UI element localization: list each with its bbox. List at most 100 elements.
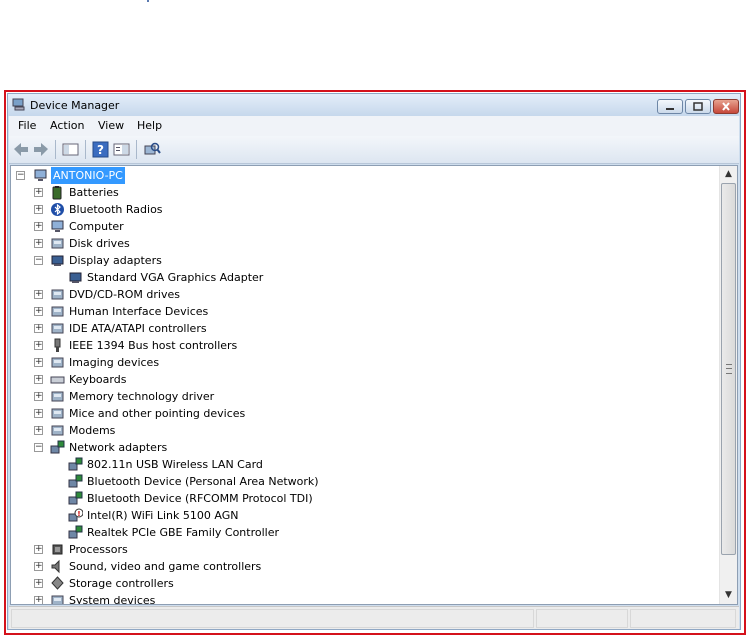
stray-dot	[147, 0, 149, 2]
minimize-button[interactable]	[657, 99, 683, 114]
tree-category[interactable]: + Processors	[11, 541, 711, 558]
menu-file[interactable]: File	[18, 119, 36, 132]
back-arrow-icon[interactable]	[12, 141, 30, 158]
collapse-toggle-icon[interactable]: −	[34, 256, 43, 265]
expand-toggle-icon[interactable]: +	[34, 392, 43, 401]
tree-root[interactable]: − ANTONIO-PC	[11, 167, 711, 184]
expand-toggle-icon[interactable]: +	[34, 409, 43, 418]
status-bar	[9, 606, 739, 629]
tree-item-label: Keyboards	[69, 373, 127, 386]
tree-item-label: Sound, video and game controllers	[69, 560, 262, 573]
expand-toggle-icon[interactable]: +	[34, 341, 43, 350]
mouse-icon	[51, 408, 64, 419]
expand-toggle-icon[interactable]: +	[34, 188, 43, 197]
expand-toggle-icon[interactable]: +	[34, 596, 43, 604]
tree-item-label: Bluetooth Device (RFCOMM Protocol TDI)	[87, 492, 313, 505]
network-adapter-warning-icon: !	[68, 508, 83, 522]
tree-category[interactable]: + Disk drives	[11, 235, 711, 252]
tree-item-label: Computer	[69, 220, 124, 233]
vertical-scrollbar[interactable]: ▲ ▼	[719, 166, 737, 604]
tree-item-label: Realtek PCIe GBE Family Controller	[87, 526, 280, 539]
imaging-device-icon	[51, 357, 64, 368]
tree-device[interactable]: ! Intel(R) WiFi Link 5100 AGN	[11, 507, 711, 524]
tree-item-label: Storage controllers	[69, 577, 174, 590]
system-device-icon	[51, 595, 64, 604]
show-hide-tree-icon[interactable]	[62, 141, 80, 158]
device-manager-window: Device Manager File Action View Help ? −…	[7, 93, 741, 630]
minimize-icon	[666, 108, 674, 110]
tree-item-label: Batteries	[69, 186, 119, 199]
tree-category[interactable]: + Sound, video and game controllers	[11, 558, 711, 575]
tree-category[interactable]: + Computer	[11, 218, 711, 235]
status-pane-3	[630, 609, 736, 628]
tree-category[interactable]: − Network adapters	[11, 439, 711, 456]
close-button[interactable]	[713, 99, 739, 114]
tree-category[interactable]: + Modems	[11, 422, 711, 439]
scrollbar-thumb[interactable]	[721, 183, 736, 555]
tree-device[interactable]: Standard VGA Graphics Adapter	[11, 269, 711, 286]
help-icon[interactable]: ?	[92, 141, 110, 158]
tree-category[interactable]: + IDE ATA/ATAPI controllers	[11, 320, 711, 337]
menu-view[interactable]: View	[98, 119, 124, 132]
expand-toggle-icon[interactable]: +	[34, 290, 43, 299]
tree-category[interactable]: + Batteries	[11, 184, 711, 201]
expand-toggle-icon[interactable]: +	[34, 222, 43, 231]
expand-toggle-icon[interactable]: +	[34, 562, 43, 571]
device-tree: − ANTONIO-PC + Batteries + Bluetooth Rad…	[10, 165, 738, 605]
expand-toggle-icon[interactable]: +	[34, 545, 43, 554]
title-bar[interactable]: Device Manager	[8, 94, 740, 116]
maximize-button[interactable]	[685, 99, 711, 114]
display-adapter-icon	[51, 255, 64, 266]
expand-toggle-icon[interactable]: +	[34, 375, 43, 384]
menu-help[interactable]: Help	[137, 119, 162, 132]
expand-toggle-icon[interactable]: +	[34, 239, 43, 248]
close-icon	[722, 102, 730, 111]
disk-drive-icon	[51, 238, 64, 249]
computer-icon	[34, 169, 47, 181]
tree-device[interactable]: Bluetooth Device (RFCOMM Protocol TDI)	[11, 490, 711, 507]
collapse-toggle-icon[interactable]: −	[16, 171, 25, 180]
tree-category[interactable]: + Imaging devices	[11, 354, 711, 371]
collapse-toggle-icon[interactable]: −	[34, 443, 43, 452]
scan-hardware-icon[interactable]	[143, 141, 161, 158]
expand-toggle-icon[interactable]: +	[34, 579, 43, 588]
toolbar-separator	[136, 140, 137, 159]
ieee1394-icon	[54, 338, 61, 352]
tree-item-label: Standard VGA Graphics Adapter	[87, 271, 264, 284]
tree-category[interactable]: + IEEE 1394 Bus host controllers	[11, 337, 711, 354]
network-adapter-icon	[68, 525, 83, 539]
svg-text:!: !	[77, 510, 80, 518]
properties-icon[interactable]	[113, 141, 131, 158]
tree-device[interactable]: Bluetooth Device (Personal Area Network)	[11, 473, 711, 490]
tree-category[interactable]: + Keyboards	[11, 371, 711, 388]
network-adapter-icon	[50, 440, 65, 454]
expand-toggle-icon[interactable]: +	[34, 324, 43, 333]
tree-device[interactable]: 802.11n USB Wireless LAN Card	[11, 456, 711, 473]
expand-toggle-icon[interactable]: +	[34, 358, 43, 367]
tree-category[interactable]: + Mice and other pointing devices	[11, 405, 711, 422]
battery-icon	[52, 186, 62, 200]
tree-item-label: Mice and other pointing devices	[69, 407, 246, 420]
tree-category[interactable]: + Bluetooth Radios	[11, 201, 711, 218]
expand-toggle-icon[interactable]: +	[34, 426, 43, 435]
tree-device[interactable]: Realtek PCIe GBE Family Controller	[11, 524, 711, 541]
tree-category[interactable]: + Storage controllers	[11, 575, 711, 592]
tree-item-label: DVD/CD-ROM drives	[69, 288, 180, 301]
tree-category[interactable]: + Human Interface Devices	[11, 303, 711, 320]
tree-category[interactable]: − Display adapters	[11, 252, 711, 269]
expand-toggle-icon[interactable]: +	[34, 205, 43, 214]
network-adapter-icon	[68, 474, 83, 488]
modem-icon	[51, 425, 64, 436]
scroll-up-arrow-icon[interactable]: ▲	[720, 166, 737, 183]
forward-arrow-icon[interactable]	[32, 141, 50, 158]
tree-category[interactable]: + Memory technology driver	[11, 388, 711, 405]
tree-item-label: Bluetooth Radios	[69, 203, 163, 216]
tree-category[interactable]: + DVD/CD-ROM drives	[11, 286, 711, 303]
scroll-down-arrow-icon[interactable]: ▼	[720, 587, 737, 604]
tree-item-label: Display adapters	[69, 254, 162, 267]
tree-item-label: 802.11n USB Wireless LAN Card	[87, 458, 263, 471]
menu-bar: File Action View Help	[9, 116, 739, 136]
menu-action[interactable]: Action	[50, 119, 84, 132]
tree-category[interactable]: + System devices	[11, 592, 711, 604]
expand-toggle-icon[interactable]: +	[34, 307, 43, 316]
